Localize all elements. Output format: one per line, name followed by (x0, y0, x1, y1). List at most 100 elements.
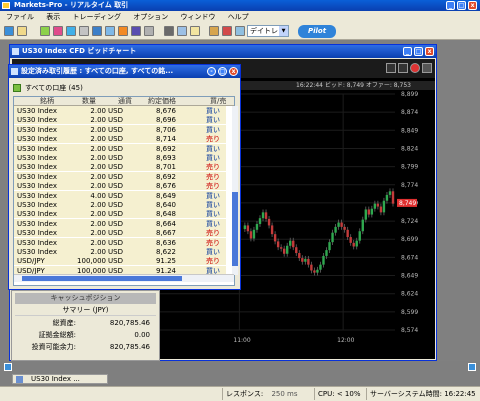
window-icon[interactable] (66, 26, 76, 36)
cash-label: 総資産: (52, 319, 76, 327)
horizontal-scrollbar[interactable] (14, 274, 234, 282)
chart-window-title-bar[interactable]: US30 Index CFD ビッドチャート _ □ x (10, 45, 436, 58)
chart-maximize-icon[interactable]: □ (414, 47, 423, 56)
price-candle-down (292, 240, 295, 248)
news-icon[interactable] (235, 26, 245, 36)
grid-icon[interactable] (79, 26, 89, 36)
minimize-icon[interactable]: _ (446, 1, 455, 10)
orange-icon[interactable] (118, 26, 128, 36)
column-header-quantity[interactable]: 数量 (82, 97, 96, 106)
calculator-icon[interactable] (209, 26, 219, 36)
home-icon[interactable] (4, 26, 14, 36)
price-candle-down (279, 247, 283, 249)
price-candle-down (301, 258, 304, 262)
vertical-scrollbar[interactable] (232, 106, 238, 275)
mode-select[interactable]: デイトレ ▼ (247, 25, 289, 37)
price-candle-down (270, 225, 274, 235)
price-candle-down (249, 231, 253, 239)
taskbar-icon (4, 363, 12, 371)
menu-file[interactable]: ファイル (6, 13, 34, 21)
response-label: レスポンス: (226, 390, 264, 398)
status-bar: レスポンス: 250 ms CPU: < 10% サーバーシステム時間: 16:… (0, 386, 480, 401)
price-candle-down (367, 209, 371, 215)
chevron-down-icon[interactable]: ▼ (279, 26, 288, 36)
price-candle-up (388, 191, 392, 195)
column-header-currency[interactable]: 通貨 (118, 97, 132, 106)
cash-label: 証拠金総額: (38, 331, 76, 339)
order-window-title: 設定済み取引履歴 : すべての口座, すべての銘... (21, 67, 174, 75)
y-tick-label: 8,624 (401, 291, 418, 298)
chart-icon[interactable] (164, 26, 174, 36)
order-window-title-bar[interactable]: 設定済み取引履歴 : すべての口座, すべての銘... - □ x (9, 65, 240, 78)
response-value: 250 ms (271, 390, 298, 398)
order-min-icon[interactable]: - (207, 67, 216, 76)
chart-quote: 16:22:44 ビッド: 8,749 オファー: 8,753 (296, 82, 411, 89)
document-icon[interactable] (190, 26, 200, 36)
h-scroll-thumb[interactable] (22, 276, 182, 281)
menu-trading[interactable]: トレーディング (72, 13, 121, 21)
order-close-icon[interactable]: x (229, 67, 238, 76)
cash-value: 0.00 (134, 331, 150, 339)
y-tick-label: 8,674 (401, 254, 418, 261)
y-tick-label: 8,724 (401, 218, 418, 225)
table-icon[interactable] (177, 26, 187, 36)
chart-alert-icon[interactable] (410, 63, 420, 73)
chart-layout-icon[interactable] (398, 63, 408, 73)
chart-window-icon (16, 376, 23, 383)
cash-label: 投資可能余力: (31, 343, 76, 351)
panel-icon[interactable] (92, 26, 102, 36)
price-candle-down (352, 242, 355, 247)
menu-window[interactable]: ウィンドウ (180, 13, 215, 21)
price-candle-down (307, 258, 310, 265)
column-header-price[interactable]: 約定価格 (148, 97, 176, 106)
tool-icon[interactable] (144, 26, 154, 36)
y-tick-label: 8,799 (401, 164, 418, 171)
alert-icon[interactable] (222, 26, 232, 36)
order-window-icon (11, 68, 18, 75)
purple-icon[interactable] (131, 26, 141, 36)
server-time-value: 16:22:45 (444, 390, 476, 398)
maximize-icon[interactable]: □ (457, 1, 466, 10)
app-logo-icon (2, 2, 10, 9)
play-icon[interactable] (40, 26, 50, 36)
chart-tools-icon[interactable] (422, 63, 432, 73)
price-candle-up (286, 245, 289, 254)
price-candle-up (382, 200, 386, 213)
price-candle-down (276, 241, 280, 248)
menu-help[interactable]: ヘルプ (228, 13, 249, 21)
x-tick-label: 12:00 (337, 337, 354, 344)
mail-icon[interactable] (17, 26, 27, 36)
price-candle-up (328, 242, 331, 251)
column-header-side[interactable]: 買/売 (210, 97, 226, 106)
order-max-icon[interactable]: □ (218, 67, 227, 76)
chart-settings-icon[interactable] (386, 63, 396, 73)
menu-view[interactable]: 表示 (46, 13, 60, 21)
price-candle-down (273, 234, 277, 242)
account-label: すべての口座 (45) (25, 84, 83, 92)
column-header-symbol[interactable]: 銘柄 (40, 97, 54, 106)
price-candle-down (346, 229, 349, 238)
menu-options[interactable]: オプション (133, 13, 168, 21)
pane-icon[interactable] (105, 26, 115, 36)
price-candle-up (243, 225, 247, 230)
price-candle-down (246, 225, 250, 232)
cpu-status: CPU: < 10% (314, 388, 364, 400)
scroll-thumb[interactable] (232, 192, 238, 266)
cash-value: 820,785.46 (109, 319, 150, 327)
price-candle-up (331, 232, 334, 243)
price-candle-up (358, 231, 361, 241)
pilot-button[interactable]: Pilot (298, 25, 336, 38)
account-filter[interactable]: すべての口座 (45) (13, 82, 235, 94)
order-table: 銘柄 数量 通貨 約定価格 買/売 US30 Index 2.00 USD 8,676… (13, 96, 238, 286)
price-candle-down (295, 247, 298, 254)
taskbar-right-icon[interactable] (468, 363, 476, 371)
layout-icon[interactable] (53, 26, 63, 36)
chart-close-icon[interactable]: x (425, 47, 434, 56)
y-tick-label: 8,874 (401, 109, 418, 116)
taskbar-item-chart[interactable]: US30 Index ... (12, 374, 108, 384)
y-tick-label: 8,774 (401, 182, 418, 189)
chart-minimize-icon[interactable]: _ (403, 47, 412, 56)
close-icon[interactable]: x (468, 1, 477, 10)
price-candle-up (337, 222, 340, 227)
price-candle-down (264, 212, 268, 219)
